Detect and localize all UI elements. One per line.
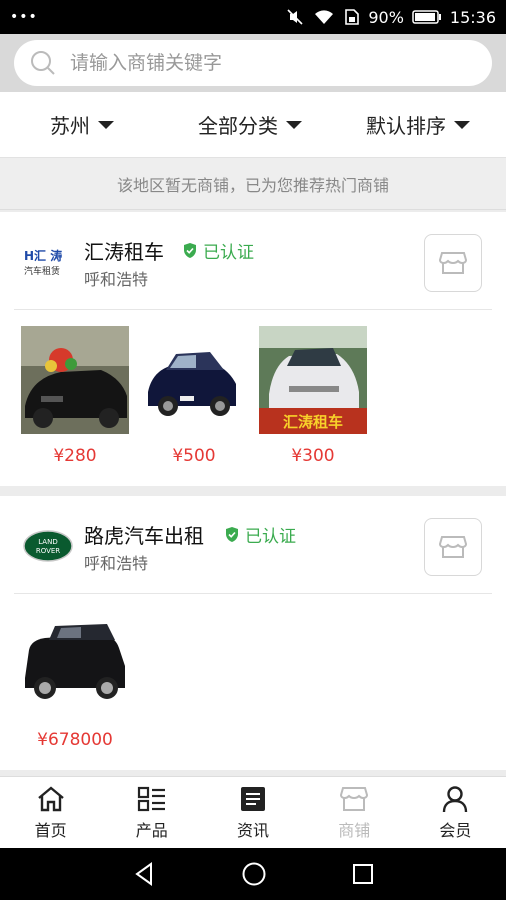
tab-news[interactable]: 资讯 (202, 777, 303, 848)
verified-label: 已认证 (245, 527, 296, 547)
shop-header[interactable]: H汇 涛 汽车租赁 汇涛租车 已认证 呼和浩特 (14, 212, 492, 310)
clock: 15:36 (449, 7, 496, 27)
product-item[interactable]: 汇涛租车 ¥300 (259, 326, 367, 466)
enter-store-button[interactable] (424, 234, 482, 292)
product-price: ¥500 (172, 446, 216, 466)
search-input[interactable] (70, 52, 476, 74)
product-image[interactable]: 汇涛租车 (259, 326, 367, 434)
shop-logo-line1: H汇 涛 (24, 248, 62, 263)
back-icon[interactable] (131, 861, 157, 887)
news-icon (241, 786, 265, 811)
enter-store-button[interactable] (424, 518, 482, 576)
tab-products[interactable]: 产品 (101, 777, 202, 848)
tab-home-label: 首页 (34, 820, 67, 840)
product-price: ¥280 (53, 446, 97, 466)
shop-logo-line2: 汽车租赁 (24, 265, 60, 277)
bottom-tab-bar: 首页 产品 资讯 商铺 会员 (0, 776, 506, 848)
search-icon (31, 51, 55, 75)
search-bar (0, 34, 506, 92)
store-icon (340, 786, 369, 811)
tab-member[interactable]: 会员 (405, 777, 506, 848)
home-circle-icon[interactable] (241, 861, 267, 887)
shop-logo-line1: LAND (38, 538, 57, 546)
product-price: ¥300 (291, 446, 335, 466)
notice-text: 该地区暂无商铺，已为您推荐热门商铺 (116, 175, 389, 195)
shield-check-icon (184, 243, 196, 258)
tab-stores-label: 商铺 (338, 820, 371, 840)
mute-icon (287, 9, 303, 25)
wifi-icon (315, 10, 334, 24)
shop-city: 呼和浩特 (84, 554, 149, 573)
shop-card[interactable]: LAND ROVER 路虎汽车出租 已认证 呼和浩特 ¥678000 (0, 496, 506, 770)
shop-card[interactable]: H汇 涛 汽车租赁 汇涛租车 已认证 呼和浩特 ¥280 ¥500 汇涛租车 ¥… (0, 212, 506, 486)
product-item[interactable]: ¥678000 (21, 610, 129, 750)
caret-down-icon (454, 120, 470, 129)
tab-products-label: 产品 (135, 820, 168, 840)
shop-logo: H汇 涛 汽车租赁 (22, 242, 74, 282)
product-list: ¥678000 (0, 594, 506, 770)
tab-news-label: 资讯 (237, 820, 270, 840)
shop-header[interactable]: LAND ROVER 路虎汽车出租 已认证 呼和浩特 (14, 496, 492, 594)
search-box[interactable] (14, 40, 492, 86)
filter-category-label: 全部分类 (198, 114, 278, 138)
filter-sort[interactable]: 默认排序 (366, 110, 470, 139)
shop-name[interactable]: 路虎汽车出租 (84, 520, 204, 549)
caret-down-icon (98, 120, 114, 129)
tab-stores[interactable]: 商铺 (304, 777, 405, 848)
store-icon (438, 252, 468, 274)
verified-badge: 已认证 (224, 522, 296, 547)
filter-category[interactable]: 全部分类 (198, 110, 302, 139)
tab-member-label: 会员 (439, 820, 472, 840)
recents-icon[interactable] (351, 862, 375, 886)
tab-home[interactable]: 首页 (0, 777, 101, 848)
list-icon (137, 786, 165, 811)
home-icon (37, 785, 64, 811)
verified-badge: 已认证 (182, 238, 254, 263)
caret-down-icon (286, 120, 302, 129)
shop-logo-line2: ROVER (36, 547, 60, 555)
notice-banner: 该地区暂无商铺，已为您推荐热门商铺 (0, 158, 506, 210)
product-item[interactable]: ¥280 (21, 326, 129, 466)
shop-city: 呼和浩特 (84, 270, 149, 289)
filter-sort-label: 默认排序 (366, 114, 446, 138)
product-list: ¥280 ¥500 汇涛租车 ¥300 (0, 310, 506, 486)
notification-dots-icon: ••• (10, 9, 38, 25)
battery-icon (412, 10, 441, 24)
filter-city-label: 苏州 (50, 114, 90, 138)
shield-check-icon (226, 527, 238, 542)
store-icon (438, 536, 468, 558)
sim-icon (345, 9, 360, 25)
product-item[interactable]: ¥500 (140, 326, 248, 466)
filter-bar: 苏州 全部分类 默认排序 (0, 92, 506, 158)
product-image[interactable] (21, 326, 129, 434)
product-image[interactable] (21, 610, 129, 718)
shop-logo: LAND ROVER (22, 526, 74, 566)
product-image[interactable] (140, 326, 248, 434)
user-icon (443, 785, 468, 812)
product-banner-text: 汇涛租车 (283, 413, 343, 431)
system-nav-bar (0, 848, 506, 900)
filter-city[interactable]: 苏州 (50, 110, 114, 139)
status-bar: ••• 90% 15:36 (0, 0, 506, 34)
product-price: ¥678000 (37, 730, 113, 750)
verified-label: 已认证 (203, 243, 254, 263)
battery-percent: 90% (368, 7, 404, 27)
shop-name[interactable]: 汇涛租车 (84, 236, 164, 265)
